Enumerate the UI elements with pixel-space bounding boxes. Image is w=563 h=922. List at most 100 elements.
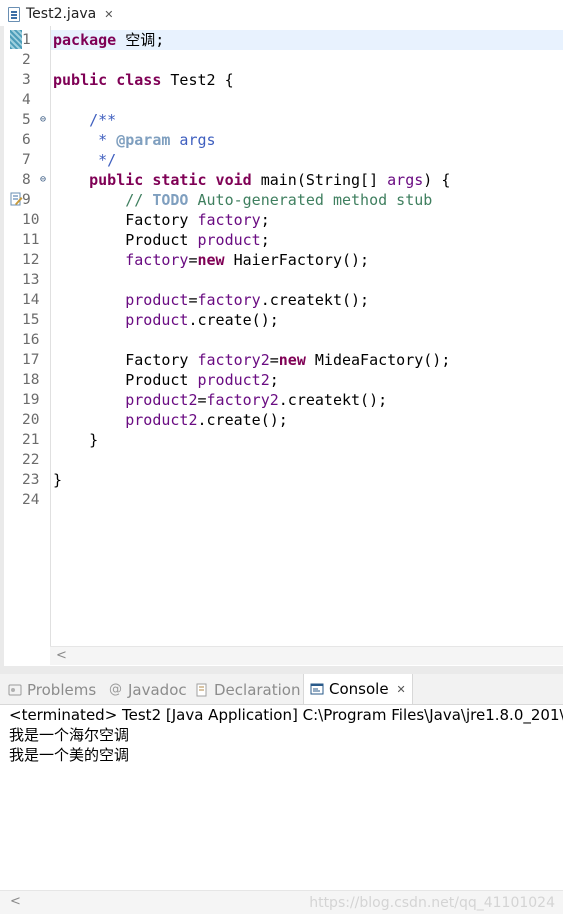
code-line[interactable]: 2 (4, 50, 563, 70)
scroll-left-icon[interactable]: < (10, 894, 21, 909)
console-output-line: 我是一个美的空调 (9, 746, 130, 764)
code-line[interactable]: 18 Product product2; (4, 370, 563, 390)
tab-console[interactable]: Console ✕ (303, 674, 413, 704)
tab-javadoc[interactable]: @ Javadoc (109, 680, 187, 700)
code-line[interactable]: 20 product2.create(); (4, 410, 563, 430)
java-file-icon (8, 6, 20, 22)
code-token: } (53, 471, 63, 489)
code-text: product2=factory2.createkt(); (53, 390, 387, 410)
code-line[interactable]: 3 public class Test2 { (4, 70, 563, 90)
line-number: 14 (22, 292, 40, 308)
watermark: https://blog.csdn.net/qq_41101024 (309, 895, 555, 911)
code-line[interactable]: 9 // TODO Auto-generated method stub (4, 190, 563, 210)
code-line[interactable]: 24 (4, 490, 563, 510)
code-token: product2 (125, 411, 198, 429)
bottom-strip (0, 914, 563, 922)
code-editor[interactable]: 1 package 空调; 2 3 public class Test2 {4 5 ⊖ /*… (0, 26, 563, 666)
line-number: 11 (22, 232, 40, 248)
code-token: */ (53, 151, 117, 169)
code-line[interactable]: 21 } (4, 430, 563, 450)
code-token: = (197, 391, 207, 409)
code-token: .create(); (197, 411, 288, 429)
code-token: MideaFactory(); (305, 351, 451, 369)
code-token: new (278, 351, 306, 369)
code-line[interactable]: 10 Factory factory; (4, 210, 563, 230)
line-number: 19 (22, 392, 40, 408)
code-line[interactable]: 7 */ (4, 150, 563, 170)
close-icon[interactable]: ✕ (104, 8, 113, 21)
fold-toggle-icon[interactable]: ⊖ (40, 110, 46, 130)
code-line[interactable]: 16 (4, 330, 563, 350)
code-token: package (53, 31, 117, 49)
line-number: 10 (22, 212, 40, 228)
scroll-left-icon[interactable]: < (56, 648, 67, 663)
line-number: 13 (22, 272, 40, 288)
code-token: main(String[] (251, 171, 388, 189)
code-line[interactable]: 13 (4, 270, 563, 290)
code-token: .createkt(); (278, 391, 388, 409)
code-line[interactable]: 6 * @param args (4, 130, 563, 150)
code-token: ; (260, 211, 270, 229)
tab-label: Problems (27, 681, 97, 699)
line-number: 21 (22, 432, 40, 448)
code-token: product (125, 291, 189, 309)
code-token: } (53, 431, 99, 449)
code-token: product2 (197, 371, 270, 389)
tab-problems[interactable]: Problems (8, 680, 96, 700)
code-line[interactable]: 19 product2=factory2.createkt(); (4, 390, 563, 410)
code-lines[interactable]: 1 package 空调; 2 3 public class Test2 {4 5 ⊖ /*… (4, 30, 563, 510)
code-line[interactable]: 22 (4, 450, 563, 470)
code-token: @param (116, 131, 171, 149)
code-token: public class (53, 71, 162, 89)
code-line[interactable]: 14 product=factory.createkt(); (4, 290, 563, 310)
code-token: .create(); (188, 311, 279, 329)
tab-label: Console (329, 680, 389, 698)
code-token: Factory (53, 211, 198, 229)
code-token: Test2 { (161, 71, 234, 89)
line-number: 17 (22, 352, 40, 368)
close-icon[interactable]: ✕ (397, 683, 406, 696)
code-line[interactable]: 1 package 空调; (4, 30, 563, 50)
line-number: 7 (22, 152, 31, 168)
code-text: Factory factory; (53, 210, 270, 230)
tab-declaration[interactable]: Declaration (195, 680, 300, 700)
code-line[interactable]: 17 Factory factory2=new MideaFactory(); (4, 350, 563, 370)
code-line[interactable]: 12 factory=new HaierFactory(); (4, 250, 563, 270)
fold-toggle-icon[interactable]: ⊖ (40, 170, 46, 190)
code-line[interactable]: 15 product.create(); (4, 310, 563, 330)
editor-tab-test2[interactable]: Test2.java ✕ (8, 4, 113, 24)
code-token: ; (260, 231, 270, 249)
code-text: // TODO Auto-generated method stub (53, 190, 432, 210)
code-line[interactable]: 4 (4, 90, 563, 110)
line-number: 16 (22, 332, 40, 348)
line-number: 9 (22, 192, 31, 208)
code-text: /** (53, 110, 116, 130)
code-token: factory (197, 291, 261, 309)
code-token: product (197, 231, 261, 249)
line-number: 12 (22, 252, 40, 268)
code-token: new (197, 251, 225, 269)
code-token: // (53, 191, 153, 209)
line-number: 6 (22, 132, 31, 148)
editor-horizontal-scrollbar[interactable]: < (50, 646, 563, 665)
problems-icon (8, 684, 22, 696)
line-number: 20 (22, 412, 40, 428)
code-token: 空调; (116, 31, 165, 49)
panel-divider[interactable] (0, 666, 563, 674)
code-line[interactable]: 23} (4, 470, 563, 490)
code-token: HaierFactory(); (224, 251, 370, 269)
console-output-line: 我是一个海尔空调 (9, 726, 130, 744)
code-text: product=factory.createkt(); (53, 290, 369, 310)
code-line[interactable]: 11 Product product; (4, 230, 563, 250)
code-text: package 空调; (53, 30, 164, 50)
console-output[interactable]: <terminated> Test2 [Java Application] C:… (0, 705, 563, 895)
console-horizontal-scrollbar[interactable]: < https://blog.csdn.net/qq_41101024 (0, 890, 563, 915)
code-token: product (125, 311, 189, 329)
code-token: ; (269, 371, 279, 389)
code-line[interactable]: 5 ⊖ /** (4, 110, 563, 130)
code-line[interactable]: 8 ⊖ public static void main(String[] args… (4, 170, 563, 190)
